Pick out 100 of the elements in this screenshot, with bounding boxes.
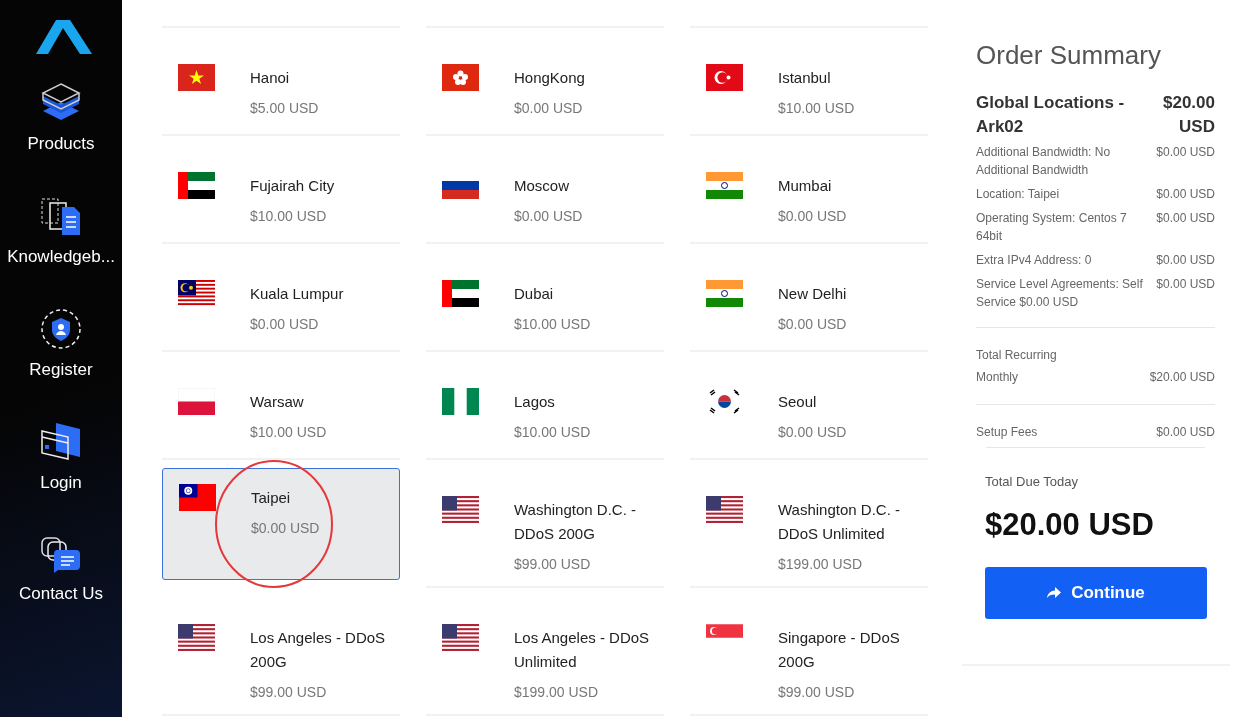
flag-icon — [706, 280, 743, 307]
location-price: $0.00 USD — [514, 100, 584, 116]
summary-title: Order Summary — [976, 40, 1162, 71]
documents-icon — [40, 195, 82, 237]
location-name: Kuala Lumpur — [250, 284, 344, 304]
location-price: $99.00 USD — [250, 684, 328, 700]
location-name: Singapore - DDoS 200G — [778, 628, 901, 672]
flag-icon — [178, 280, 215, 307]
summary-line-price: $0.00 USD — [1155, 186, 1215, 203]
summary-line-label: Service Level Agreements: Self Service $0.00 USD — [976, 276, 1143, 311]
location-price: $0.00 USD — [514, 208, 583, 224]
location-price: $10.00 USD — [250, 424, 327, 440]
chat-icon — [40, 534, 82, 574]
location-name: Istanbul — [778, 68, 832, 88]
flag-icon — [442, 388, 479, 415]
recurring-period: Monthly — [976, 369, 1019, 386]
summary-line-price: $0.00 USD — [1155, 276, 1215, 293]
location-option[interactable]: Mumbai $0.00 USD — [690, 136, 928, 244]
location-option[interactable]: Lagos $10.00 USD — [426, 352, 664, 460]
location-name: New Delhi — [778, 284, 847, 304]
flag-icon — [178, 388, 215, 415]
sidebar-item[interactable]: Products — [27, 82, 95, 195]
total-due-amount: $20.00 USD — [985, 507, 1155, 543]
logo-icon — [36, 20, 92, 54]
card-icon — [40, 421, 82, 463]
location-name: Los Angeles - DDoS 200G — [250, 628, 387, 672]
summary-line-label: Extra IPv4 Address: 0 — [976, 252, 1092, 269]
flag-icon — [178, 172, 215, 199]
continue-button[interactable]: Continue — [985, 567, 1207, 619]
location-option[interactable]: Dubai $10.00 USD — [426, 244, 664, 352]
flag-icon — [178, 624, 215, 651]
summary-line-label: Additional Bandwidth: No Additional Bandwidth — [976, 144, 1112, 179]
flag-icon — [442, 280, 479, 307]
flag-icon — [442, 496, 479, 523]
summary-line-price: $0.00 USD — [1155, 144, 1215, 161]
location-price: $99.00 USD — [778, 684, 856, 700]
flag-icon — [442, 624, 479, 651]
location-option[interactable]: Kuala Lumpur $0.00 USD — [162, 244, 400, 352]
location-option[interactable]: Washington D.C. - DDoS Unlimited $199.00 USD — [690, 460, 928, 588]
recurring-price: $20.00 USD — [1149, 369, 1215, 386]
location-price: $199.00 USD — [778, 556, 864, 572]
location-option[interactable]: Fujairah City $10.00 USD — [162, 136, 400, 244]
location-price: $99.00 USD — [514, 556, 592, 572]
location-price: $10.00 USD — [514, 424, 591, 440]
flag-icon — [706, 496, 743, 523]
summary-line-price: $0.00 USD — [1155, 210, 1215, 227]
sidebar-item[interactable]: Login — [40, 421, 82, 534]
sidebar-item[interactable]: Knowledgeb... — [7, 195, 115, 308]
setup-fees-price: $0.00 USD — [1156, 424, 1215, 441]
location-option[interactable]: Istanbul $10.00 USD — [690, 28, 928, 136]
location-option[interactable]: Seoul $0.00 USD — [690, 352, 928, 460]
location-name: Seoul — [778, 392, 818, 412]
setup-fees-label: Setup Fees — [976, 424, 1038, 441]
flag-icon — [706, 172, 743, 199]
location-price: $0.00 USD — [778, 316, 847, 332]
summary-line-label: Operating System: Centos 7 64bit — [976, 210, 1128, 245]
flag-icon — [442, 64, 479, 91]
location-name: Lagos — [514, 392, 556, 412]
location-option[interactable]: Taipei $0.00 USD — [162, 468, 400, 580]
location-name: Washington D.C. - DDoS Unlimited — [778, 500, 901, 544]
location-price: $0.00 USD — [778, 208, 847, 224]
flag-icon — [178, 64, 215, 91]
location-name: Warsaw — [250, 392, 305, 412]
location-option[interactable]: Los Angeles - DDoS 200G $99.00 USD — [162, 588, 400, 716]
location-price: $0.00 USD — [250, 316, 320, 332]
location-name: Dubai — [514, 284, 555, 304]
location-price: $10.00 USD — [514, 316, 591, 332]
sidebar-item[interactable]: Register — [29, 308, 93, 421]
location-option[interactable]: Warsaw $10.00 USD — [162, 352, 400, 460]
location-name: Moscow — [514, 176, 570, 196]
flag-icon — [179, 484, 216, 511]
location-name: Fujairah City — [250, 176, 335, 196]
sidebar-item[interactable]: Contact Us — [18, 534, 104, 647]
location-option[interactable]: Los Angeles - DDoS Unlimited $199.00 USD — [426, 588, 664, 716]
flag-icon — [706, 64, 743, 91]
recurring-title: Total Recurring — [976, 348, 1058, 362]
location-price: $0.00 USD — [778, 424, 847, 440]
arrow-icon — [1047, 587, 1062, 599]
location-price: $0.00 USD — [251, 520, 320, 536]
location-option[interactable]: Singapore - DDoS 200G $99.00 USD — [690, 588, 928, 716]
location-option[interactable]: Hanoi $5.00 USD — [162, 28, 400, 136]
location-option[interactable]: New Delhi $0.00 USD — [690, 244, 928, 352]
location-price: $5.00 USD — [250, 100, 319, 116]
product-price: $20.00 USD — [1162, 92, 1215, 138]
location-price: $10.00 USD — [250, 208, 328, 224]
user-shield-icon — [40, 308, 82, 350]
location-name: Hanoi — [250, 68, 291, 88]
product-name: Global Locations - Ark02 — [976, 92, 1126, 138]
location-option[interactable]: HongKong $0.00 USD — [426, 28, 664, 136]
location-option[interactable]: Moscow $0.00 USD — [426, 136, 664, 244]
summary-line-label: Location: Taipei — [976, 186, 1060, 203]
location-price: $10.00 USD — [778, 100, 855, 116]
location-option[interactable]: Washington D.C. - DDoS 200G $99.00 USD — [426, 460, 664, 588]
flag-icon — [706, 624, 743, 638]
summary-line-price: $0.00 USD — [1155, 252, 1215, 269]
location-name: Washington D.C. - DDoS 200G — [514, 500, 637, 544]
total-due-label: Total Due Today — [985, 474, 1079, 489]
location-name: Los Angeles - DDoS Unlimited — [514, 628, 651, 672]
location-name: Taipei — [251, 488, 292, 508]
location-name: HongKong — [514, 68, 585, 88]
